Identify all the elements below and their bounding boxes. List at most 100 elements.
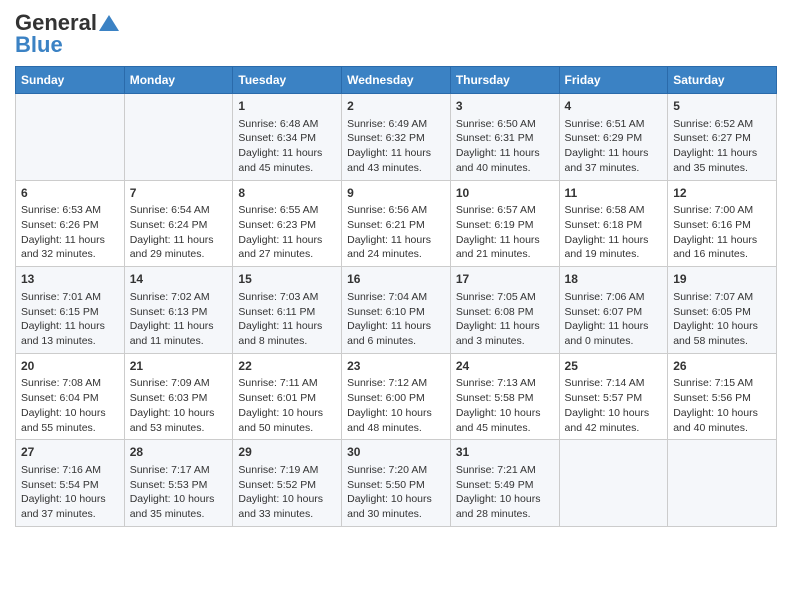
day-info: Sunrise: 7:15 AM Sunset: 5:56 PM Dayligh… xyxy=(673,376,771,435)
day-info: Sunrise: 7:13 AM Sunset: 5:58 PM Dayligh… xyxy=(456,376,554,435)
logo-blue-text: Blue xyxy=(15,32,63,58)
calendar-body: 1 Sunrise: 6:48 AM Sunset: 6:34 PM Daylig… xyxy=(16,94,777,527)
calendar-week-row: 13Sunrise: 7:01 AM Sunset: 6:15 PM Dayli… xyxy=(16,267,777,354)
day-number: 11 xyxy=(565,185,663,202)
calendar-week-row: 20Sunrise: 7:08 AM Sunset: 6:04 PM Dayli… xyxy=(16,353,777,440)
calendar-cell: 28 Sunrise: 7:17 AM Sunset: 5:53 PM Dayli… xyxy=(124,440,233,527)
day-info: Sunrise: 7:04 AM Sunset: 6:10 PM Dayligh… xyxy=(347,290,445,349)
day-number: 2 xyxy=(347,98,445,115)
calendar-header-thursday: Thursday xyxy=(450,67,559,94)
day-number: 31 xyxy=(456,444,554,461)
calendar-cell: 10Sunrise: 6:57 AM Sunset: 6:19 PM Dayli… xyxy=(450,180,559,267)
calendar-cell: 11Sunrise: 6:58 AM Sunset: 6:18 PM Dayli… xyxy=(559,180,668,267)
calendar-header-saturday: Saturday xyxy=(668,67,777,94)
day-number: 21 xyxy=(130,358,228,375)
day-info: Sunrise: 7:14 AM Sunset: 5:57 PM Dayligh… xyxy=(565,376,663,435)
day-info: Sunrise: 7:08 AM Sunset: 6:04 PM Dayligh… xyxy=(21,376,119,435)
day-info: Sunrise: 7:09 AM Sunset: 6:03 PM Dayligh… xyxy=(130,376,228,435)
calendar-cell: 8Sunrise: 6:55 AM Sunset: 6:23 PM Daylig… xyxy=(233,180,342,267)
calendar-cell: 3Sunrise: 6:50 AM Sunset: 6:31 PM Daylig… xyxy=(450,94,559,181)
day-info: Sunrise: 7:21 AM Sunset: 5:49 PM Dayligh… xyxy=(456,463,554,522)
day-number: 23 xyxy=(347,358,445,375)
calendar-cell: 5Sunrise: 6:52 AM Sunset: 6:27 PM Daylig… xyxy=(668,94,777,181)
calendar-cell: 21Sunrise: 7:09 AM Sunset: 6:03 PM Dayli… xyxy=(124,353,233,440)
calendar-cell: 25Sunrise: 7:14 AM Sunset: 5:57 PM Dayli… xyxy=(559,353,668,440)
day-number: 17 xyxy=(456,271,554,288)
day-number: 28 xyxy=(130,444,228,461)
calendar-week-row: 1 Sunrise: 6:48 AM Sunset: 6:34 PM Daylig… xyxy=(16,94,777,181)
calendar-header-wednesday: Wednesday xyxy=(342,67,451,94)
logo: General Blue xyxy=(15,10,119,58)
calendar-cell: 9Sunrise: 6:56 AM Sunset: 6:21 PM Daylig… xyxy=(342,180,451,267)
day-number: 27 xyxy=(21,444,119,461)
day-number: 20 xyxy=(21,358,119,375)
day-number: 29 xyxy=(238,444,336,461)
calendar-cell: 16 Sunrise: 7:04 AM Sunset: 6:10 PM Dayli… xyxy=(342,267,451,354)
calendar-week-row: 6Sunrise: 6:53 AM Sunset: 6:26 PM Daylig… xyxy=(16,180,777,267)
calendar-cell: 23Sunrise: 7:12 AM Sunset: 6:00 PM Dayli… xyxy=(342,353,451,440)
day-info: Sunrise: 7:17 AM Sunset: 5:53 PM Dayligh… xyxy=(130,463,228,522)
day-number: 13 xyxy=(21,271,119,288)
day-number: 14 xyxy=(130,271,228,288)
calendar-cell: 17Sunrise: 7:05 AM Sunset: 6:08 PM Dayli… xyxy=(450,267,559,354)
day-number: 30 xyxy=(347,444,445,461)
day-number: 8 xyxy=(238,185,336,202)
day-info: Sunrise: 6:58 AM Sunset: 6:18 PM Dayligh… xyxy=(565,203,663,262)
calendar-cell: 12Sunrise: 7:00 AM Sunset: 6:16 PM Dayli… xyxy=(668,180,777,267)
calendar-header-sunday: Sunday xyxy=(16,67,125,94)
day-number: 1 xyxy=(238,98,336,115)
day-number: 24 xyxy=(456,358,554,375)
day-number: 7 xyxy=(130,185,228,202)
day-info: Sunrise: 6:48 AM Sunset: 6:34 PM Dayligh… xyxy=(238,117,336,176)
day-info: Sunrise: 7:16 AM Sunset: 5:54 PM Dayligh… xyxy=(21,463,119,522)
day-info: Sunrise: 6:55 AM Sunset: 6:23 PM Dayligh… xyxy=(238,203,336,262)
calendar-cell: 22Sunrise: 7:11 AM Sunset: 6:01 PM Dayli… xyxy=(233,353,342,440)
calendar-cell: 27 Sunrise: 7:16 AM Sunset: 5:54 PM Dayli… xyxy=(16,440,125,527)
day-number: 16 xyxy=(347,271,445,288)
day-number: 26 xyxy=(673,358,771,375)
calendar-cell xyxy=(668,440,777,527)
day-info: Sunrise: 7:00 AM Sunset: 6:16 PM Dayligh… xyxy=(673,203,771,262)
day-number: 19 xyxy=(673,271,771,288)
day-number: 4 xyxy=(565,98,663,115)
calendar-cell: 2 Sunrise: 6:49 AM Sunset: 6:32 PM Daylig… xyxy=(342,94,451,181)
calendar-cell: 6Sunrise: 6:53 AM Sunset: 6:26 PM Daylig… xyxy=(16,180,125,267)
calendar-cell xyxy=(16,94,125,181)
calendar-cell xyxy=(559,440,668,527)
calendar-cell: 31 Sunrise: 7:21 AM Sunset: 5:49 PM Dayli… xyxy=(450,440,559,527)
calendar-cell: 7Sunrise: 6:54 AM Sunset: 6:24 PM Daylig… xyxy=(124,180,233,267)
calendar-cell xyxy=(124,94,233,181)
day-info: Sunrise: 6:56 AM Sunset: 6:21 PM Dayligh… xyxy=(347,203,445,262)
day-number: 10 xyxy=(456,185,554,202)
calendar-cell: 4Sunrise: 6:51 AM Sunset: 6:29 PM Daylig… xyxy=(559,94,668,181)
logo-icon xyxy=(99,15,119,31)
calendar-cell: 30 Sunrise: 7:20 AM Sunset: 5:50 PM Dayli… xyxy=(342,440,451,527)
calendar-cell: 29 Sunrise: 7:19 AM Sunset: 5:52 PM Dayli… xyxy=(233,440,342,527)
calendar-cell: 20Sunrise: 7:08 AM Sunset: 6:04 PM Dayli… xyxy=(16,353,125,440)
day-info: Sunrise: 6:54 AM Sunset: 6:24 PM Dayligh… xyxy=(130,203,228,262)
day-info: Sunrise: 7:20 AM Sunset: 5:50 PM Dayligh… xyxy=(347,463,445,522)
day-number: 3 xyxy=(456,98,554,115)
calendar-header-monday: Monday xyxy=(124,67,233,94)
calendar-header-row: SundayMondayTuesdayWednesdayThursdayFrid… xyxy=(16,67,777,94)
calendar-cell: 26Sunrise: 7:15 AM Sunset: 5:56 PM Dayli… xyxy=(668,353,777,440)
day-number: 12 xyxy=(673,185,771,202)
day-number: 22 xyxy=(238,358,336,375)
day-number: 25 xyxy=(565,358,663,375)
calendar-cell: 13Sunrise: 7:01 AM Sunset: 6:15 PM Dayli… xyxy=(16,267,125,354)
day-info: Sunrise: 7:07 AM Sunset: 6:05 PM Dayligh… xyxy=(673,290,771,349)
day-info: Sunrise: 7:03 AM Sunset: 6:11 PM Dayligh… xyxy=(238,290,336,349)
calendar-table: SundayMondayTuesdayWednesdayThursdayFrid… xyxy=(15,66,777,527)
day-number: 15 xyxy=(238,271,336,288)
calendar-cell: 24Sunrise: 7:13 AM Sunset: 5:58 PM Dayli… xyxy=(450,353,559,440)
day-number: 6 xyxy=(21,185,119,202)
day-info: Sunrise: 6:52 AM Sunset: 6:27 PM Dayligh… xyxy=(673,117,771,176)
calendar-cell: 15 Sunrise: 7:03 AM Sunset: 6:11 PM Dayli… xyxy=(233,267,342,354)
day-info: Sunrise: 6:49 AM Sunset: 6:32 PM Dayligh… xyxy=(347,117,445,176)
calendar-week-row: 27 Sunrise: 7:16 AM Sunset: 5:54 PM Dayli… xyxy=(16,440,777,527)
calendar-header-friday: Friday xyxy=(559,67,668,94)
day-info: Sunrise: 7:06 AM Sunset: 6:07 PM Dayligh… xyxy=(565,290,663,349)
day-info: Sunrise: 7:19 AM Sunset: 5:52 PM Dayligh… xyxy=(238,463,336,522)
calendar-cell: 14 Sunrise: 7:02 AM Sunset: 6:13 PM Dayli… xyxy=(124,267,233,354)
day-info: Sunrise: 7:02 AM Sunset: 6:13 PM Dayligh… xyxy=(130,290,228,349)
